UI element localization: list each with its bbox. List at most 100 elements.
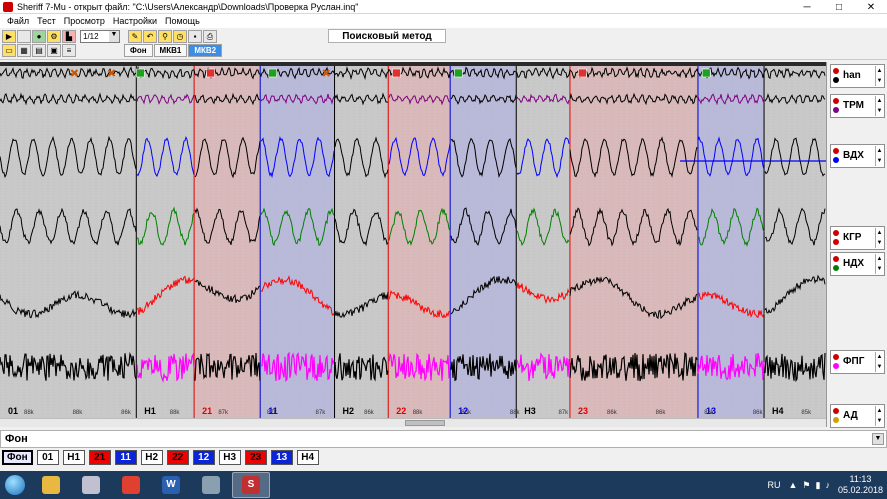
record-icon[interactable]: ● [32,30,46,43]
taskbar-media[interactable] [72,472,110,498]
clock-time: 11:13 [849,474,872,484]
taskbar-sheriff[interactable]: S [232,472,270,498]
quick-button-2[interactable]: Н1 [62,450,85,465]
webcam-icon [202,476,220,494]
scroll-thumb[interactable] [405,420,445,426]
settings-icon[interactable]: ⚙ [47,30,61,43]
fon-select[interactable]: Фон ▼ [0,430,887,448]
top-band [0,62,826,66]
arrow-up-icon[interactable]: ▲ [789,480,798,491]
quick-button-11[interactable]: Н4 [296,450,319,465]
spinner-icon[interactable]: ▲ ▼ [875,254,883,274]
menu-file[interactable]: Файл [3,16,33,26]
start-button[interactable] [0,471,30,499]
hr-label: 85k [801,410,812,416]
quick-button-5[interactable]: Н2 [140,450,163,465]
channel-vdh[interactable]: ВДХ ▲ ▼ [830,144,885,168]
dot-icon [833,363,839,369]
undo-icon[interactable]: ↶ [143,30,157,43]
hr-label: 87k [316,410,327,416]
question-buttons: Фон 01 Н1 21 11 Н2 22 12 Н3 23 13 Н4 [2,450,319,465]
folder-icon[interactable]: ▭ [2,44,16,57]
volume-icon[interactable]: ♪ [825,480,830,491]
quick-button-1[interactable]: 01 [36,450,59,465]
hr-label: 88k [170,410,181,416]
image-icon[interactable]: ▣ [47,44,61,57]
taskbar-explorer[interactable] [32,472,70,498]
pen-icon[interactable]: ✎ [128,30,142,43]
fon-label: Фон [5,433,28,445]
print-icon[interactable]: ⎙ [203,30,217,43]
channel-ad[interactable]: АД ▲ ▼ [830,404,885,428]
taskbar-chrome[interactable] [112,472,150,498]
horizontal-scrollbar[interactable] [0,418,826,427]
taskbar: W S RU ▲ ⚑ ▮ ♪ 11:13 05.02.2018 [0,471,887,499]
channel-fpg[interactable]: ФПГ ▲ ▼ [830,350,885,374]
table-icon[interactable]: ▤ [32,44,46,57]
chevron-down-icon[interactable]: ▼ [872,433,884,445]
maximize-button[interactable]: □ [823,0,855,14]
minimize-button[interactable]: ─ [791,0,823,14]
blank-icon[interactable] [17,30,31,43]
window-controls: ─ □ ✕ [791,0,887,14]
marker-square [578,68,587,78]
close-button[interactable]: ✕ [855,0,887,14]
channel-kgr[interactable]: КГР ▲ ▼ [830,226,885,250]
menu-help[interactable]: Помощь [161,16,204,26]
segment-label: 22 [396,406,406,416]
spinner-icon[interactable]: ▲ ▼ [875,96,883,116]
quick-button-9[interactable]: 23 [244,450,267,465]
channel-ndh[interactable]: НДХ ▲ ▼ [830,252,885,276]
marker-square [392,68,401,78]
system-tray: RU ▲ ⚑ ▮ ♪ 11:13 05.02.2018 [768,471,884,499]
zoom-icon[interactable]: ⚲ [158,30,172,43]
chart-icon[interactable]: ▙ [62,30,76,43]
hr-label: 86k [656,410,667,416]
spinner-icon[interactable]: ▲ ▼ [875,406,883,426]
spinner-icon[interactable]: ▲ ▼ [875,228,883,248]
quick-button-3[interactable]: 21 [88,450,111,465]
sheriff-icon: S [242,476,260,494]
menu-settings[interactable]: Настройки [109,16,161,26]
quick-button-0[interactable]: Фон [2,450,33,465]
tab-fon[interactable]: Фон [124,44,153,57]
clock[interactable]: 11:13 05.02.2018 [838,474,883,496]
dot-icon [833,68,839,74]
open-icon[interactable]: ▶ [2,30,16,43]
quick-button-6[interactable]: 22 [166,450,189,465]
chevron-down-icon[interactable]: ▼ [109,31,119,42]
language-indicator[interactable]: RU [768,480,781,490]
spinner-icon[interactable]: ▲ ▼ [875,352,883,372]
quick-button-8[interactable]: Н3 [218,450,241,465]
hr-label: 88k [73,410,84,416]
tab-mkv1[interactable]: МКВ1 [153,44,188,57]
method-label: Поисковый метод [328,29,446,43]
speed-select[interactable]: 1/12 ▼ [80,30,120,43]
quick-button-4[interactable]: 11 [114,450,137,465]
menu-test[interactable]: Тест [33,16,60,26]
channel-label: han [843,70,861,81]
spinner-icon[interactable]: ▲ ▼ [875,66,883,86]
channel-label: ВДХ [843,150,864,161]
chart-svg[interactable]: 01 Н1 21 11 Н2 22 12 Н3 23 13 Н488k 88k 86k 88k 87k 87k… [0,62,826,418]
taskbar-word[interactable]: W [152,472,190,498]
taskbar-webcam[interactable] [192,472,230,498]
hr-label: 86k [364,410,375,416]
tab-mkv2[interactable]: МКВ2 [188,44,223,57]
clock-icon[interactable]: ◷ [173,30,187,43]
polygraph-chart[interactable]: 01 Н1 21 11 Н2 22 12 Н3 23 13 Н4 88k 88k 86k 88k 87k 87k… [0,62,826,418]
channel-trm[interactable]: ТРМ ▲ ▼ [830,94,885,118]
channel-han[interactable]: han ▲ ▼ [830,64,885,88]
quick-button-10[interactable]: 13 [270,450,293,465]
flag-icon[interactable]: ⚑ [802,480,810,491]
spinner-icon[interactable]: ▲ ▼ [875,146,883,166]
list-icon[interactable]: ≡ [62,44,76,57]
network-icon[interactable]: ▮ [816,480,821,491]
floppy-icon[interactable]: ▪ [188,30,202,43]
quick-button-7[interactable]: 12 [192,450,215,465]
dot-icon [833,148,839,154]
hr-label: 86k [753,410,764,416]
menu-view[interactable]: Просмотр [60,16,109,26]
grid-icon[interactable]: ▦ [17,44,31,57]
media-icon [82,476,100,494]
